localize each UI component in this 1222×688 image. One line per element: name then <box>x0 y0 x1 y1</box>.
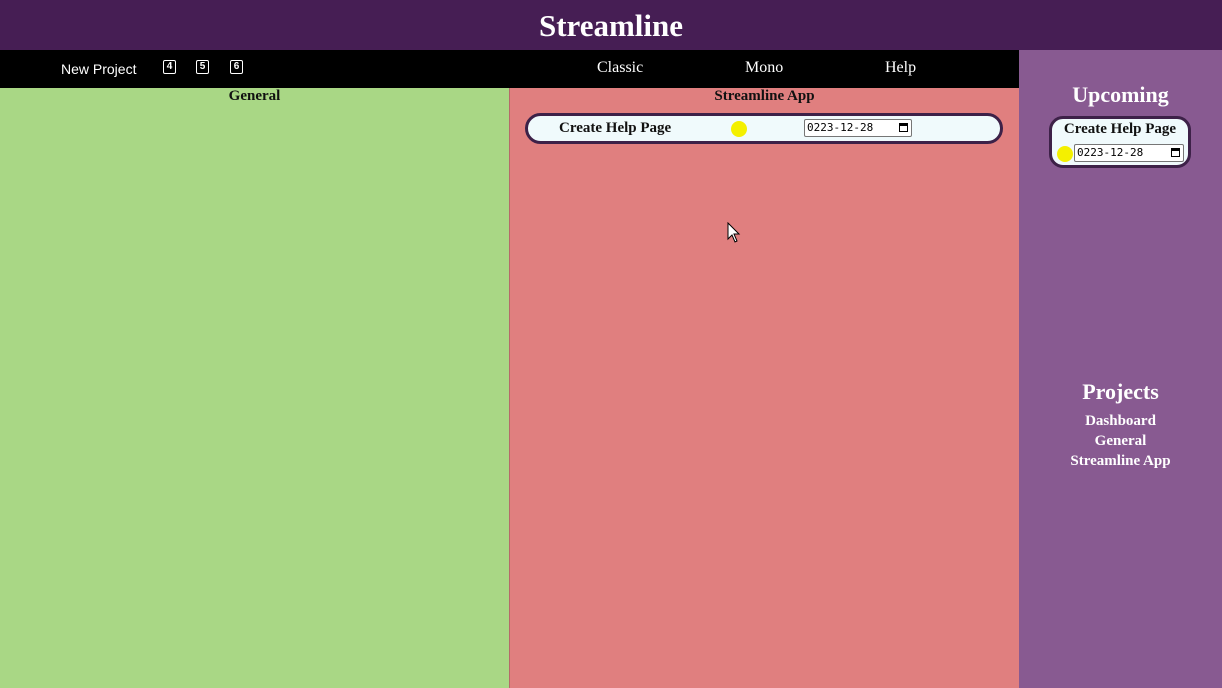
due-date-input[interactable]: 0223-12-28 <box>1074 144 1184 162</box>
task-name: Create Help Page <box>1063 121 1177 137</box>
shortcut-key-5[interactable]: 5 <box>196 60 209 74</box>
due-date-input[interactable]: 0223-12-28 <box>804 119 912 137</box>
sidebar: Upcoming Create Help Page 0223-12-28 Pro… <box>1019 50 1222 688</box>
priority-dot[interactable] <box>731 121 747 137</box>
due-date-value: 0223-12-28 <box>807 121 874 134</box>
upcoming-heading: Upcoming <box>1072 82 1169 107</box>
project-link-dashboard[interactable]: Dashboard <box>1019 411 1222 431</box>
shortcut-key-4[interactable]: 4 <box>163 60 176 74</box>
calendar-icon[interactable] <box>899 123 908 132</box>
column-title: Streamline App <box>714 88 815 104</box>
task-name: Create Help Page <box>559 120 672 136</box>
project-column-streamline-app: Streamline App Create Help Page 0223-12-… <box>509 88 1019 688</box>
project-list: Dashboard General Streamline App <box>1019 411 1222 471</box>
project-link-streamline-app[interactable]: Streamline App <box>1019 451 1222 471</box>
project-link-general[interactable]: General <box>1019 431 1222 451</box>
app-header: Streamline <box>0 0 1222 50</box>
task-card[interactable]: Create Help Page 0223-12-28 <box>525 113 1003 144</box>
shortcut-key-6[interactable]: 6 <box>230 60 243 74</box>
calendar-icon[interactable] <box>1171 148 1180 157</box>
help-link[interactable]: Help <box>885 50 916 88</box>
priority-dot[interactable] <box>1057 146 1073 162</box>
app-title: Streamline <box>538 8 684 43</box>
upcoming-task-card[interactable]: Create Help Page 0223-12-28 <box>1049 116 1191 168</box>
projects-heading: Projects <box>1082 379 1159 404</box>
mouse-pointer-icon <box>727 222 741 243</box>
new-project-button[interactable]: New Project <box>61 50 136 88</box>
navbar: New Project 4 5 6 Classic Mono Help <box>0 50 1019 88</box>
column-title: General <box>228 88 281 104</box>
theme-mono-button[interactable]: Mono <box>745 50 783 88</box>
project-column-general: General <box>0 88 509 688</box>
theme-classic-button[interactable]: Classic <box>597 50 643 88</box>
due-date-value: 0223-12-28 <box>1077 146 1144 159</box>
